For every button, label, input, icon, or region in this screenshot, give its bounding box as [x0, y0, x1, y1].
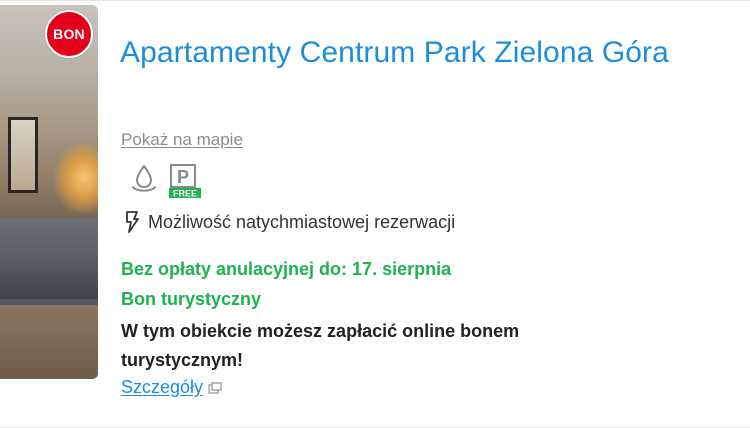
listing-card: BON Apartamenty Centrum Park Zielona Gór… — [0, 0, 750, 428]
bed — [0, 219, 98, 299]
parking-letter: P — [177, 167, 189, 187]
amenities: P FREE — [129, 163, 213, 199]
voucher-title: Bon turystyczny — [121, 289, 262, 309]
instant-booking-label: Możliwość natychmiastowej rezerwacji — [148, 211, 456, 232]
listing-photo[interactable] — [0, 5, 98, 379]
bon-badge: BON — [45, 10, 93, 58]
details-link[interactable]: Szczegóły — [121, 377, 203, 398]
listing-title[interactable]: Apartamenty Centrum Park Zielona Góra — [120, 29, 680, 77]
floor — [0, 305, 98, 379]
free-tag: FREE — [173, 189, 197, 199]
free-cancellation-text: Bez opłaty anulacyjnej do: 17. sierpnia — [121, 259, 452, 279]
wall-mirror — [8, 117, 38, 193]
show-on-map-link[interactable]: Pokaż na mapie — [121, 130, 243, 150]
external-link-icon[interactable] — [208, 381, 222, 394]
free-parking-icon: P FREE — [169, 163, 203, 204]
voucher-description: W tym obiekcie możesz zapłacić online bo… — [121, 321, 520, 370]
water-drop-icon — [129, 163, 159, 200]
lightning-icon — [124, 211, 140, 233]
details-row: Szczegóły — [121, 377, 222, 398]
instant-booking: Możliwość natychmiastowej rezerwacji — [124, 211, 455, 233]
lamp-light — [54, 143, 98, 213]
bon-badge-label: BON — [53, 26, 85, 42]
